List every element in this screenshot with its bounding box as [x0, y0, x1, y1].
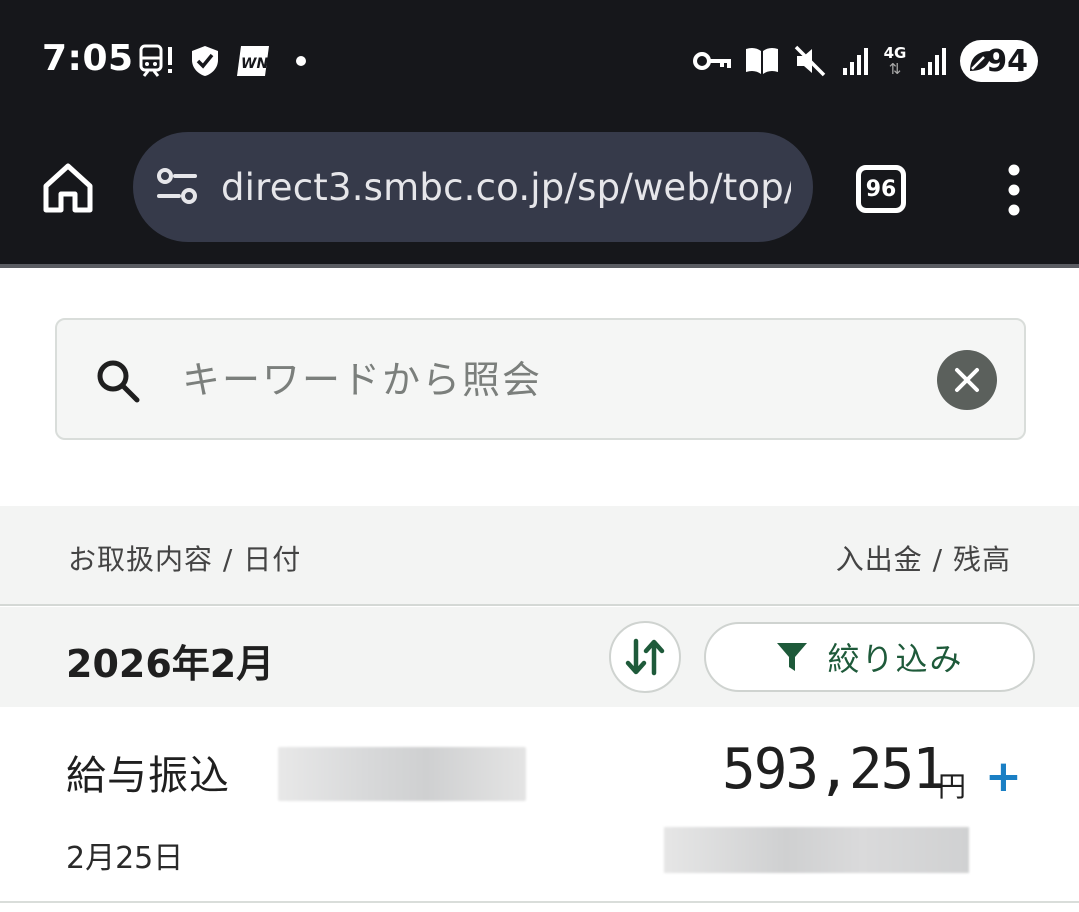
notification-dot-icon: [294, 44, 308, 78]
more-menu-icon[interactable]: [1000, 162, 1028, 218]
month-title: 2026年2月: [66, 642, 275, 686]
shield-check-icon: [188, 44, 222, 78]
news-app-icon: WN: [234, 44, 272, 78]
status-bar: 7:05 WN 4G ⇅ 94: [0, 0, 1079, 120]
toolbar-divider: [0, 264, 1079, 268]
redacted-sender-name: [278, 747, 526, 801]
train-alert-icon: [138, 44, 178, 78]
clear-search-button[interactable]: [937, 350, 997, 410]
battery-saver-leaf-icon: [970, 51, 991, 71]
month-section-header: 2026年2月 絞り込み: [0, 607, 1079, 707]
home-icon[interactable]: [40, 160, 96, 216]
transaction-date: 2月25日: [66, 841, 184, 876]
book-icon: [744, 44, 780, 78]
svg-text:WN: WN: [241, 56, 268, 72]
filter-label: 絞り込み: [827, 640, 964, 678]
signal-icon: [840, 44, 870, 78]
sort-order-button[interactable]: [609, 621, 681, 693]
mute-icon: [792, 44, 828, 78]
status-time: 7:05: [42, 38, 134, 79]
transaction-list-header: お取扱内容 / 日付 入出金 / 残高: [0, 506, 1079, 606]
transaction-title: 給与振込: [66, 753, 230, 799]
header-description-date: お取扱内容 / 日付: [68, 543, 302, 576]
battery-indicator: 94: [960, 40, 1038, 82]
deposit-indicator: +: [985, 751, 1022, 802]
filter-button[interactable]: 絞り込み: [704, 622, 1035, 692]
browser-toolbar: direct3.smbc.co.jp/sp/web/top/T 96: [0, 120, 1079, 266]
redacted-balance: [664, 827, 969, 873]
close-icon: [955, 368, 979, 392]
filter-funnel-icon: [777, 643, 808, 671]
vpn-key-icon: [692, 44, 732, 78]
tab-switcher-button[interactable]: 96: [856, 165, 906, 213]
site-settings-icon[interactable]: [155, 165, 199, 209]
url-text[interactable]: direct3.smbc.co.jp/sp/web/top/T: [221, 166, 791, 209]
search-icon: [97, 360, 140, 403]
address-bar[interactable]: direct3.smbc.co.jp/sp/web/top/T: [133, 132, 813, 242]
header-amount-balance: 入出金 / 残高: [835, 543, 1011, 576]
tab-count: 96: [865, 176, 897, 202]
signal-2-icon: [918, 44, 948, 78]
keyword-search-input[interactable]: [182, 350, 902, 410]
sort-arrows-icon: [625, 638, 665, 676]
search-box[interactable]: [55, 318, 1026, 440]
currency-unit: 円: [938, 770, 967, 803]
data-arrows-icon: ⇅: [888, 60, 902, 78]
network-type-label: 4G: [883, 44, 907, 62]
transaction-row[interactable]: 給与振込 2月25日 593,251 円 +: [0, 707, 1079, 903]
transaction-amount: 593,251: [722, 737, 946, 802]
network-type-icon: 4G ⇅: [880, 44, 910, 78]
